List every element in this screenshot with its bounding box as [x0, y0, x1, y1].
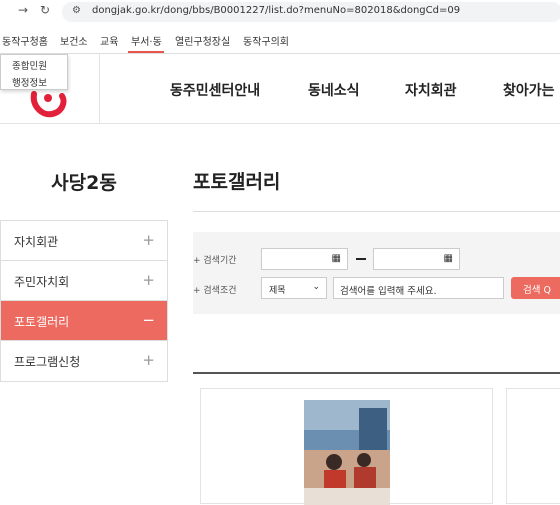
global-nav: 동작구청홈 보건소 교육 부서·동 열린구청장실 동작구의회 [0, 28, 560, 54]
gnb-dropdown: 종합민원 행정정보 [0, 54, 68, 90]
side-item-self-hall[interactable]: 자치회관 + [1, 221, 167, 261]
reload-icon[interactable]: ↻ [40, 3, 50, 17]
side-item-label: 프로그램신청 [14, 355, 81, 369]
menu-news[interactable]: 동네소식 [308, 80, 360, 100]
page-title: 포토갤러리 [193, 171, 281, 193]
header-divider [99, 54, 100, 124]
chevron-down-icon: ⌄ [312, 282, 320, 292]
gnb-item-dept[interactable]: 부서·동 [131, 33, 162, 48]
menu-center-info[interactable]: 동주민센터안내 [170, 80, 260, 100]
menu-self-hall[interactable]: 자치회관 [405, 80, 457, 100]
search-panel: + 검색기간 ▦ ▦ + 검색조건 제목 ⌄ 검색어를 입력해 주세요. 검색 … [193, 232, 560, 314]
gnb-item-health[interactable]: 보건소 [60, 33, 88, 48]
side-item-photo-gallery[interactable]: 포토갤러리 − [1, 301, 167, 341]
site-info-icon[interactable]: ⚙ [72, 5, 81, 16]
browser-toolbar: → ↻ ⚙ dongjak.go.kr/dong/bbs/B0001227/li… [0, 0, 560, 24]
gnb-item-education[interactable]: 교육 [100, 33, 118, 48]
side-item-label: 주민자치회 [14, 275, 70, 289]
gallery-card[interactable] [200, 388, 493, 505]
forward-icon[interactable]: → [18, 3, 28, 17]
title-divider [193, 211, 560, 212]
side-title: 사당2동 [51, 172, 117, 194]
side-item-program[interactable]: 프로그램신청 + [1, 341, 167, 381]
search-input-placeholder: 검색어를 입력해 주세요. [340, 286, 437, 297]
site-header: 동주민센터안내 동네소식 자치회관 찾아가는 [0, 54, 560, 124]
plus-icon: + [142, 231, 155, 249]
calendar-icon[interactable]: ▦ [444, 253, 453, 264]
gnb-item-council[interactable]: 동작구의회 [243, 33, 289, 48]
date-range-dash [356, 258, 366, 260]
minus-icon: − [142, 311, 155, 329]
search-button[interactable]: 검색 Q [511, 277, 560, 299]
condition-label: + 검색조건 [193, 286, 237, 296]
list-top-border [193, 372, 560, 374]
calendar-icon[interactable]: ▦ [332, 253, 341, 264]
gnb-item-mayor[interactable]: 열린구청장실 [175, 33, 230, 48]
plus-icon: + [142, 351, 155, 369]
start-date-field[interactable]: ▦ [261, 248, 348, 270]
gallery-card[interactable] [506, 388, 560, 504]
end-date-field[interactable]: ▦ [373, 248, 460, 270]
side-item-label: 자치회관 [14, 235, 59, 249]
dropdown-item-admin[interactable]: 행정정보 [1, 72, 67, 89]
side-item-resident-council[interactable]: 주민자치회 + [1, 261, 167, 301]
url-text[interactable]: dongjak.go.kr/dong/bbs/B0001227/list.do?… [92, 5, 460, 16]
search-condition-select[interactable]: 제목 ⌄ [261, 277, 327, 299]
side-menu: 자치회관 + 주민자치회 + 포토갤러리 − 프로그램신청 + [0, 220, 168, 382]
period-label: + 검색기간 [193, 256, 237, 266]
dropdown-item-civil[interactable]: 종합민원 [1, 55, 67, 72]
gnb-active-underline [128, 51, 164, 53]
menu-visiting[interactable]: 찾아가는 [503, 80, 555, 100]
select-value: 제목 [269, 286, 286, 296]
gallery-thumbnail[interactable] [304, 400, 390, 505]
gnb-item-home[interactable]: 동작구청홈 [2, 33, 48, 48]
search-button-label: 검색 Q [523, 285, 551, 296]
side-item-label: 포토갤러리 [14, 315, 70, 329]
search-input[interactable]: 검색어를 입력해 주세요. [333, 277, 504, 299]
address-bar[interactable]: ⚙ dongjak.go.kr/dong/bbs/B0001227/list.d… [62, 2, 560, 22]
plus-icon: + [142, 271, 155, 289]
